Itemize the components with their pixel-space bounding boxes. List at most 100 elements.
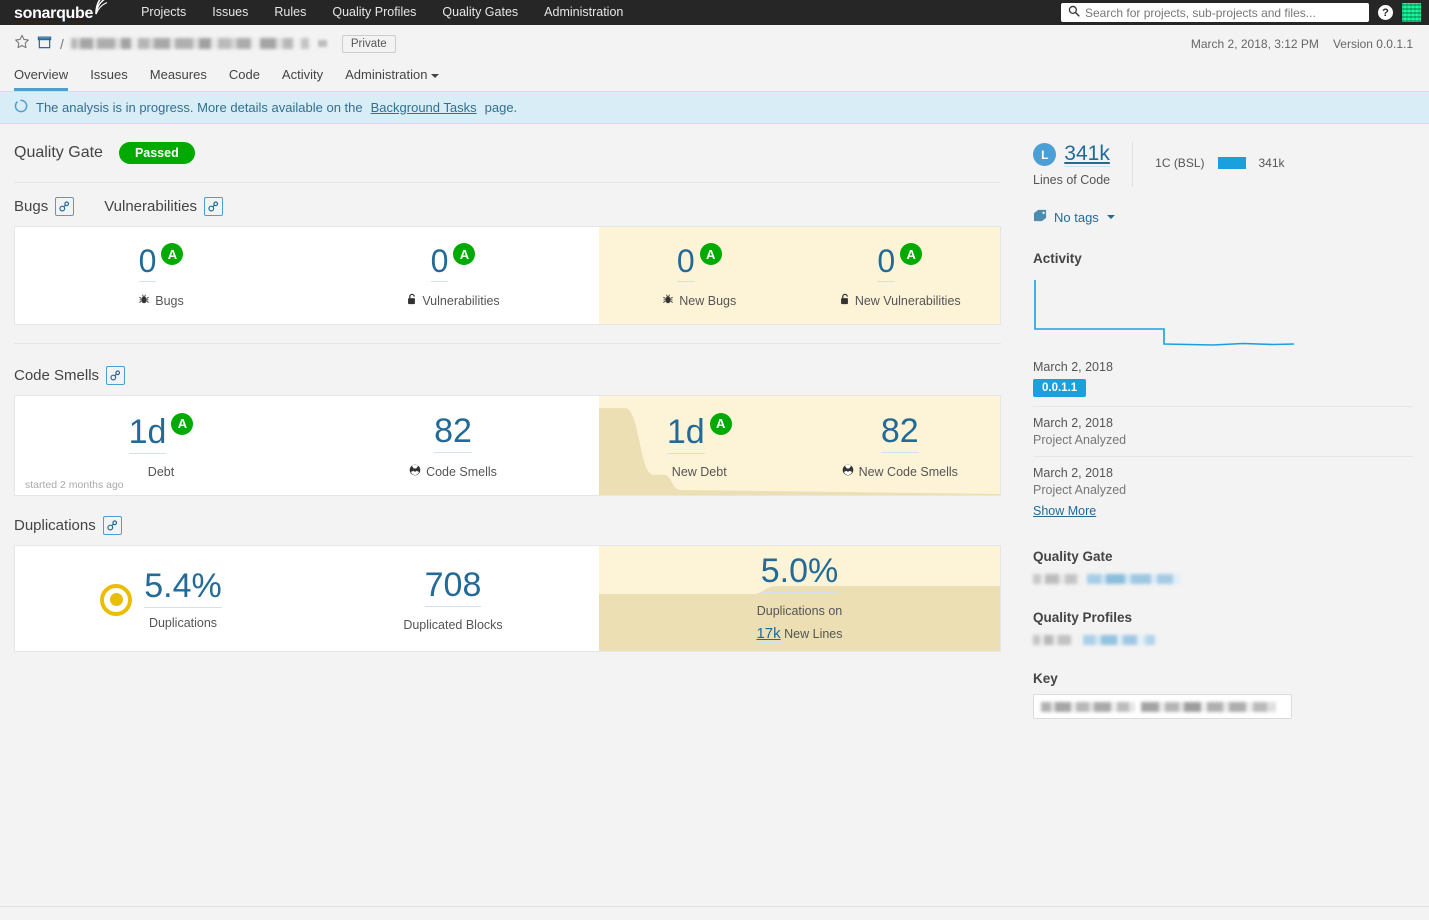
brand-name: sonarqube xyxy=(14,5,94,22)
page-body: Quality Gate Passed Bugs Vulnerabilities xyxy=(0,124,1429,719)
chevron-down-icon xyxy=(431,73,440,78)
tab-administration[interactable]: Administration xyxy=(334,63,450,91)
link-icon[interactable] xyxy=(55,197,75,216)
lines-of-code-value[interactable]: 341k xyxy=(1064,142,1110,167)
new-lines-value[interactable]: 17k xyxy=(756,624,781,643)
favorite-star-icon[interactable] xyxy=(14,34,30,53)
project-meta: March 2, 2018, 3:12 PM Version 0.0.1.1 xyxy=(1191,37,1413,51)
project-name-redacted-suffix xyxy=(317,40,327,47)
search-icon xyxy=(1068,5,1080,20)
metric-new-code-smells-label-row: New Code Smells xyxy=(842,464,958,479)
metric-duplications-value[interactable]: 5.4% xyxy=(144,569,222,608)
metric-new-vulnerabilities-label: New Vulnerabilities xyxy=(854,293,961,308)
link-icon[interactable] xyxy=(204,197,224,216)
metric-new-bugs-value[interactable]: 0 xyxy=(676,245,695,282)
page-bottom-divider xyxy=(0,906,1429,907)
tab-code[interactable]: Code xyxy=(218,63,271,91)
nav-link-quality-profiles[interactable]: Quality Profiles xyxy=(319,0,429,25)
metric-debt-value[interactable]: 1d xyxy=(128,415,167,454)
quality-gate-label: Quality Gate xyxy=(14,144,103,161)
tab-activity[interactable]: Activity xyxy=(271,63,334,91)
sonarqube-logo[interactable]: sonarqube xyxy=(8,0,108,23)
metric-new-vulnerabilities-value[interactable]: 0 xyxy=(877,245,896,282)
leak-metrics-group: 1d A New Debt 82 New Code Smells xyxy=(599,396,1000,495)
metric-duplicated-blocks-label: Duplicated Blocks xyxy=(403,617,503,632)
metric-bugs: 0 A Bugs xyxy=(15,227,307,324)
nav-link-issues[interactable]: Issues xyxy=(199,0,261,25)
activity-heading: Activity xyxy=(1033,251,1082,266)
quality-gate-row: Quality Gate Passed xyxy=(14,142,1001,183)
metric-new-vulnerabilities-rating[interactable]: A xyxy=(900,243,923,265)
metric-duplications: 5.4% Duplications xyxy=(15,546,307,651)
metric-new-code-smells-value[interactable]: 82 xyxy=(880,414,919,453)
lines-of-code-label: Lines of Code xyxy=(1033,173,1111,187)
quality-gate-value-redacted[interactable] xyxy=(1033,574,1180,584)
metric-code-smells-label-row: Code Smells xyxy=(409,464,497,479)
global-search[interactable] xyxy=(1061,3,1369,22)
leak-metrics-group: 5.0% Duplications on 17k New Lines xyxy=(599,546,1000,651)
project-key-field[interactable] xyxy=(1033,694,1292,719)
nav-link-administration[interactable]: Administration xyxy=(531,0,636,25)
section-title-vulnerabilities: Vulnerabilities xyxy=(104,198,198,215)
metric-bugs-value[interactable]: 0 xyxy=(138,245,157,282)
section-title-duplications: Duplications xyxy=(14,517,96,534)
metric-new-duplications-value[interactable]: 5.0% xyxy=(760,554,839,594)
tab-overview[interactable]: Overview xyxy=(14,63,79,91)
metric-new-debt-value[interactable]: 1d xyxy=(666,415,705,454)
metric-bugs-rating[interactable]: A xyxy=(161,243,184,265)
analysis-date: March 2, 2018, 3:12 PM xyxy=(1190,37,1319,51)
global-navbar: sonarqube Projects Issues Rules Quality … xyxy=(0,0,1429,25)
metric-debt-label-row: Debt xyxy=(148,465,174,479)
nav-link-quality-gates[interactable]: Quality Gates xyxy=(429,0,531,25)
section-title-code-smells: Code Smells xyxy=(14,367,100,384)
activity-list: March 2, 2018 0.0.1.1 March 2, 2018 Proj… xyxy=(1033,351,1413,527)
activity-date: March 2, 2018 xyxy=(1033,416,1113,430)
metric-new-debt-rating[interactable]: A xyxy=(709,412,732,435)
project-name-redacted[interactable] xyxy=(70,38,309,49)
metric-debt-rating[interactable]: A xyxy=(171,412,194,435)
tab-measures[interactable]: Measures xyxy=(139,63,218,91)
project-header: / Private March 2, 2018, 3:12 PM Version… xyxy=(0,25,1429,91)
overall-metrics-group: 0 A Bugs 0 A Vulnerabilities xyxy=(15,227,599,324)
metric-new-bugs-label: New Bugs xyxy=(679,293,737,308)
search-input[interactable] xyxy=(1085,5,1369,20)
project-path-separator: / xyxy=(60,35,64,52)
duplications-heading: Duplications xyxy=(14,496,1001,545)
user-avatar[interactable] xyxy=(1402,3,1421,22)
show-more-link[interactable]: Show More xyxy=(1033,504,1096,518)
background-tasks-link[interactable]: Background Tasks xyxy=(371,100,477,115)
help-icon[interactable]: ? xyxy=(1378,5,1393,20)
quality-profiles-value-redacted[interactable] xyxy=(1033,635,1155,645)
bugs-vulnerabilities-heading: Bugs Vulnerabilities xyxy=(14,183,1001,226)
chevron-down-icon xyxy=(1106,215,1115,219)
metric-new-bugs-rating[interactable]: A xyxy=(699,243,722,265)
metric-new-bugs-label-row: New Bugs xyxy=(662,293,736,308)
activity-date: March 2, 2018 xyxy=(1033,466,1113,480)
tag-icon xyxy=(1033,209,1048,225)
project-tags-selector[interactable]: No tags xyxy=(1033,209,1413,225)
metric-duplicated-blocks-value[interactable]: 708 xyxy=(424,568,482,607)
bug-icon xyxy=(138,293,150,308)
metric-debt: 1d A Debt started 2 months ago xyxy=(15,396,307,495)
vulnerability-lock-icon xyxy=(406,293,417,308)
activity-date: March 2, 2018 xyxy=(1033,360,1113,374)
visibility-badge[interactable]: Private xyxy=(341,34,396,53)
analysis-in-progress-banner: The analysis is in progress. More detail… xyxy=(0,91,1429,124)
language-color-swatch xyxy=(1217,157,1246,169)
metric-duplications-label: Duplications xyxy=(148,616,218,630)
metric-code-smells-value[interactable]: 82 xyxy=(434,414,472,453)
link-icon[interactable] xyxy=(102,516,122,535)
project-version: Version 0.0.1.1 xyxy=(1332,37,1413,51)
tags-label: No tags xyxy=(1054,209,1099,225)
debt-started-note: started 2 months ago xyxy=(25,479,124,491)
nav-link-rules[interactable]: Rules xyxy=(261,0,319,25)
brand-swoosh-icon xyxy=(94,0,108,18)
language-distribution: 1C (BSL) 341k xyxy=(1133,142,1284,170)
metric-new-bugs: 0 A New Bugs xyxy=(599,227,800,324)
tab-issues[interactable]: Issues xyxy=(79,63,139,91)
metric-vulnerabilities-rating[interactable]: A xyxy=(453,243,476,265)
link-icon[interactable] xyxy=(106,366,126,385)
metric-vulnerabilities-value[interactable]: 0 xyxy=(430,245,449,282)
nav-link-projects[interactable]: Projects xyxy=(128,0,199,25)
metric-new-debt-label: New Debt xyxy=(671,464,727,479)
